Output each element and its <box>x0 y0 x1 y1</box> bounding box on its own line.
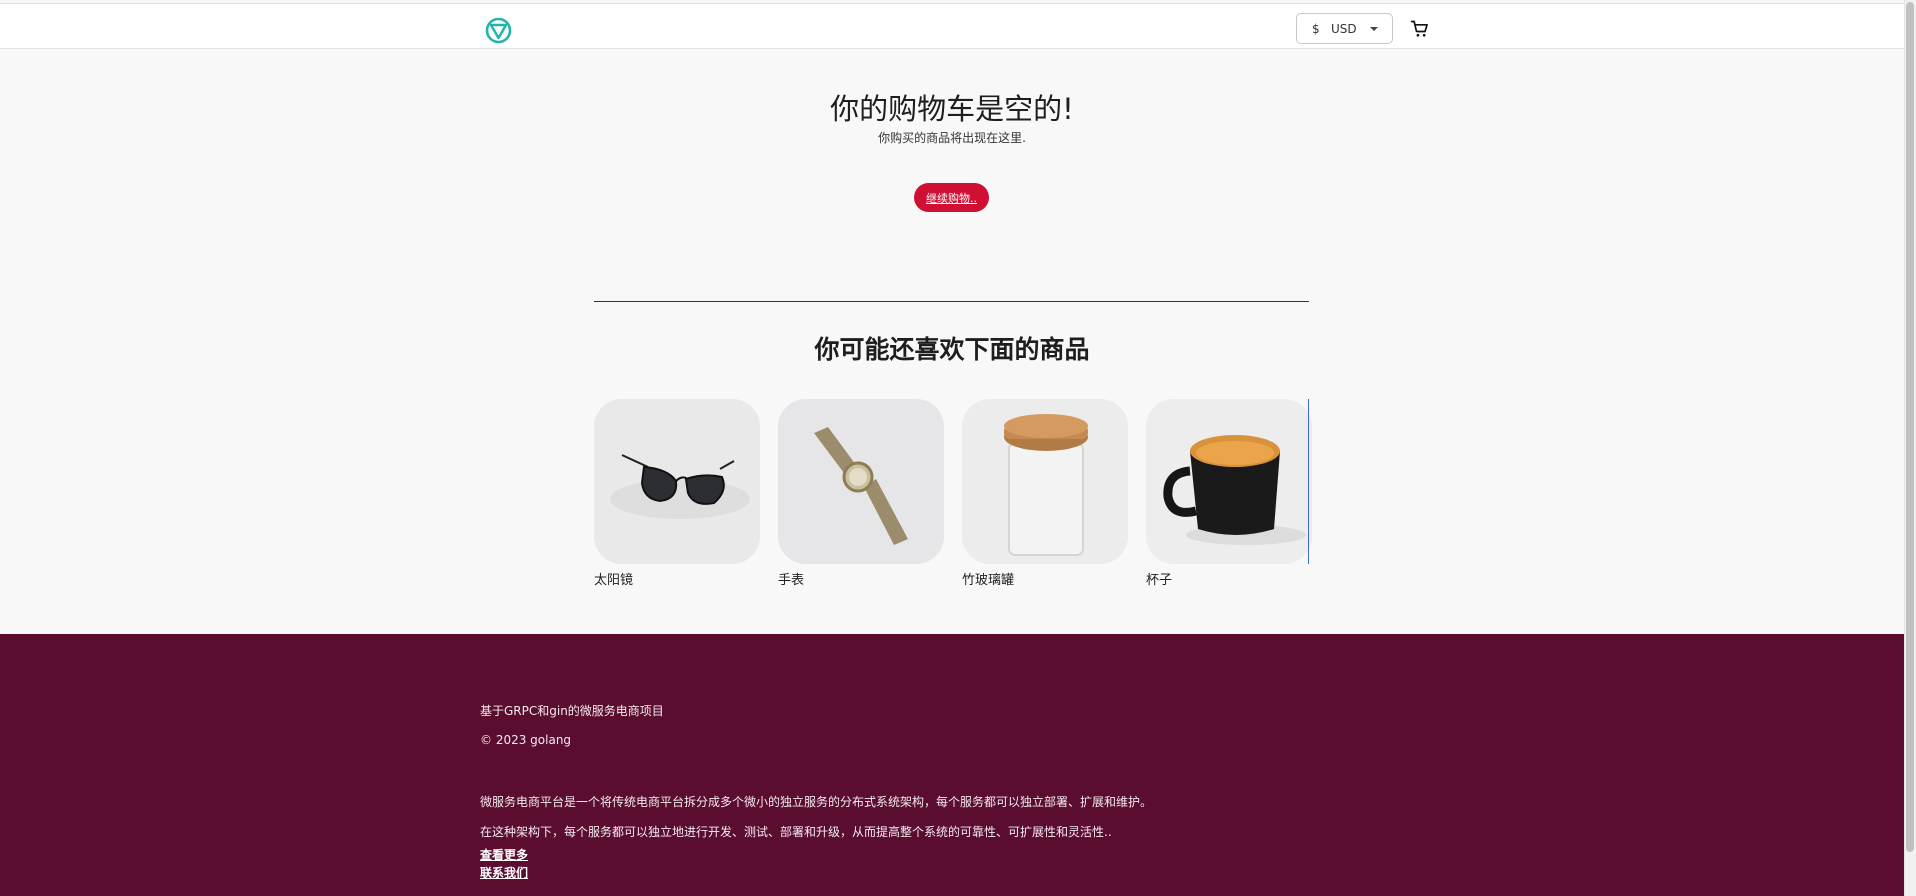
currency-code: USD <box>1331 21 1357 36</box>
footer-description-1: 微服务电商平台是一个将传统电商平台拆分成多个微小的独立服务的分布式系统架构，每个… <box>480 795 1153 809</box>
sunglasses-image[interactable] <box>594 399 760 564</box>
recommendations-list: 太阳镜 手表 竹玻璃罐 杯子 <box>594 399 1312 589</box>
recommendations-title: 你可能还喜欢下面的商品 <box>814 335 1090 364</box>
product-card[interactable]: 手表 <box>778 399 944 588</box>
footer-project: 基于GRPC和gin的微服务电商项目 <box>480 704 664 718</box>
empty-cart-title: 你的购物车是空的! <box>830 92 1074 126</box>
currency-select[interactable]: $ USD <box>1296 13 1393 44</box>
currency-symbol: $ <box>1312 21 1320 36</box>
scrollbar-thumb[interactable] <box>1906 2 1914 852</box>
empty-cart-subtitle: 你购买的商品将出现在这里. <box>878 131 1026 145</box>
product-name[interactable]: 竹玻璃罐 <box>962 569 1128 588</box>
cart-icon[interactable] <box>1410 19 1430 39</box>
product-card[interactable]: 竹玻璃罐 <box>962 399 1128 588</box>
continue-shopping-button[interactable]: 继续购物.. <box>914 183 989 212</box>
top-header: $ USD <box>0 3 1904 49</box>
scroll-edge-indicator <box>1308 399 1309 564</box>
product-name[interactable]: 太阳镜 <box>594 569 760 588</box>
page: $ USD 你的购物车是空的! 你购买的商品将出现在这里. 继续购物.. 你可能… <box>0 0 1904 896</box>
footer-description-2: 在这种架构下，每个服务都可以独立地进行开发、测试、部署和升级，从而提高整个系统的… <box>480 825 1112 839</box>
footer-contact-link[interactable]: 联系我们 <box>480 864 528 881</box>
bamboo-jar-image[interactable] <box>962 399 1128 564</box>
footer-copyright: © 2023 golang <box>480 733 572 747</box>
footer-more-link[interactable]: 查看更多 <box>480 846 528 863</box>
chevron-down-icon <box>1370 27 1378 31</box>
watch-image[interactable] <box>778 399 944 564</box>
mug-image[interactable] <box>1146 399 1312 564</box>
product-name[interactable]: 手表 <box>778 569 944 588</box>
product-name[interactable]: 杯子 <box>1146 569 1312 588</box>
section-divider <box>594 301 1309 302</box>
product-card[interactable]: 杯子 <box>1146 399 1312 588</box>
page-scrollbar[interactable] <box>1904 0 1916 896</box>
product-card[interactable]: 太阳镜 <box>594 399 760 588</box>
logo-icon[interactable] <box>485 17 512 44</box>
footer: 基于GRPC和gin的微服务电商项目 © 2023 golang 微服务电商平台… <box>0 634 1904 896</box>
